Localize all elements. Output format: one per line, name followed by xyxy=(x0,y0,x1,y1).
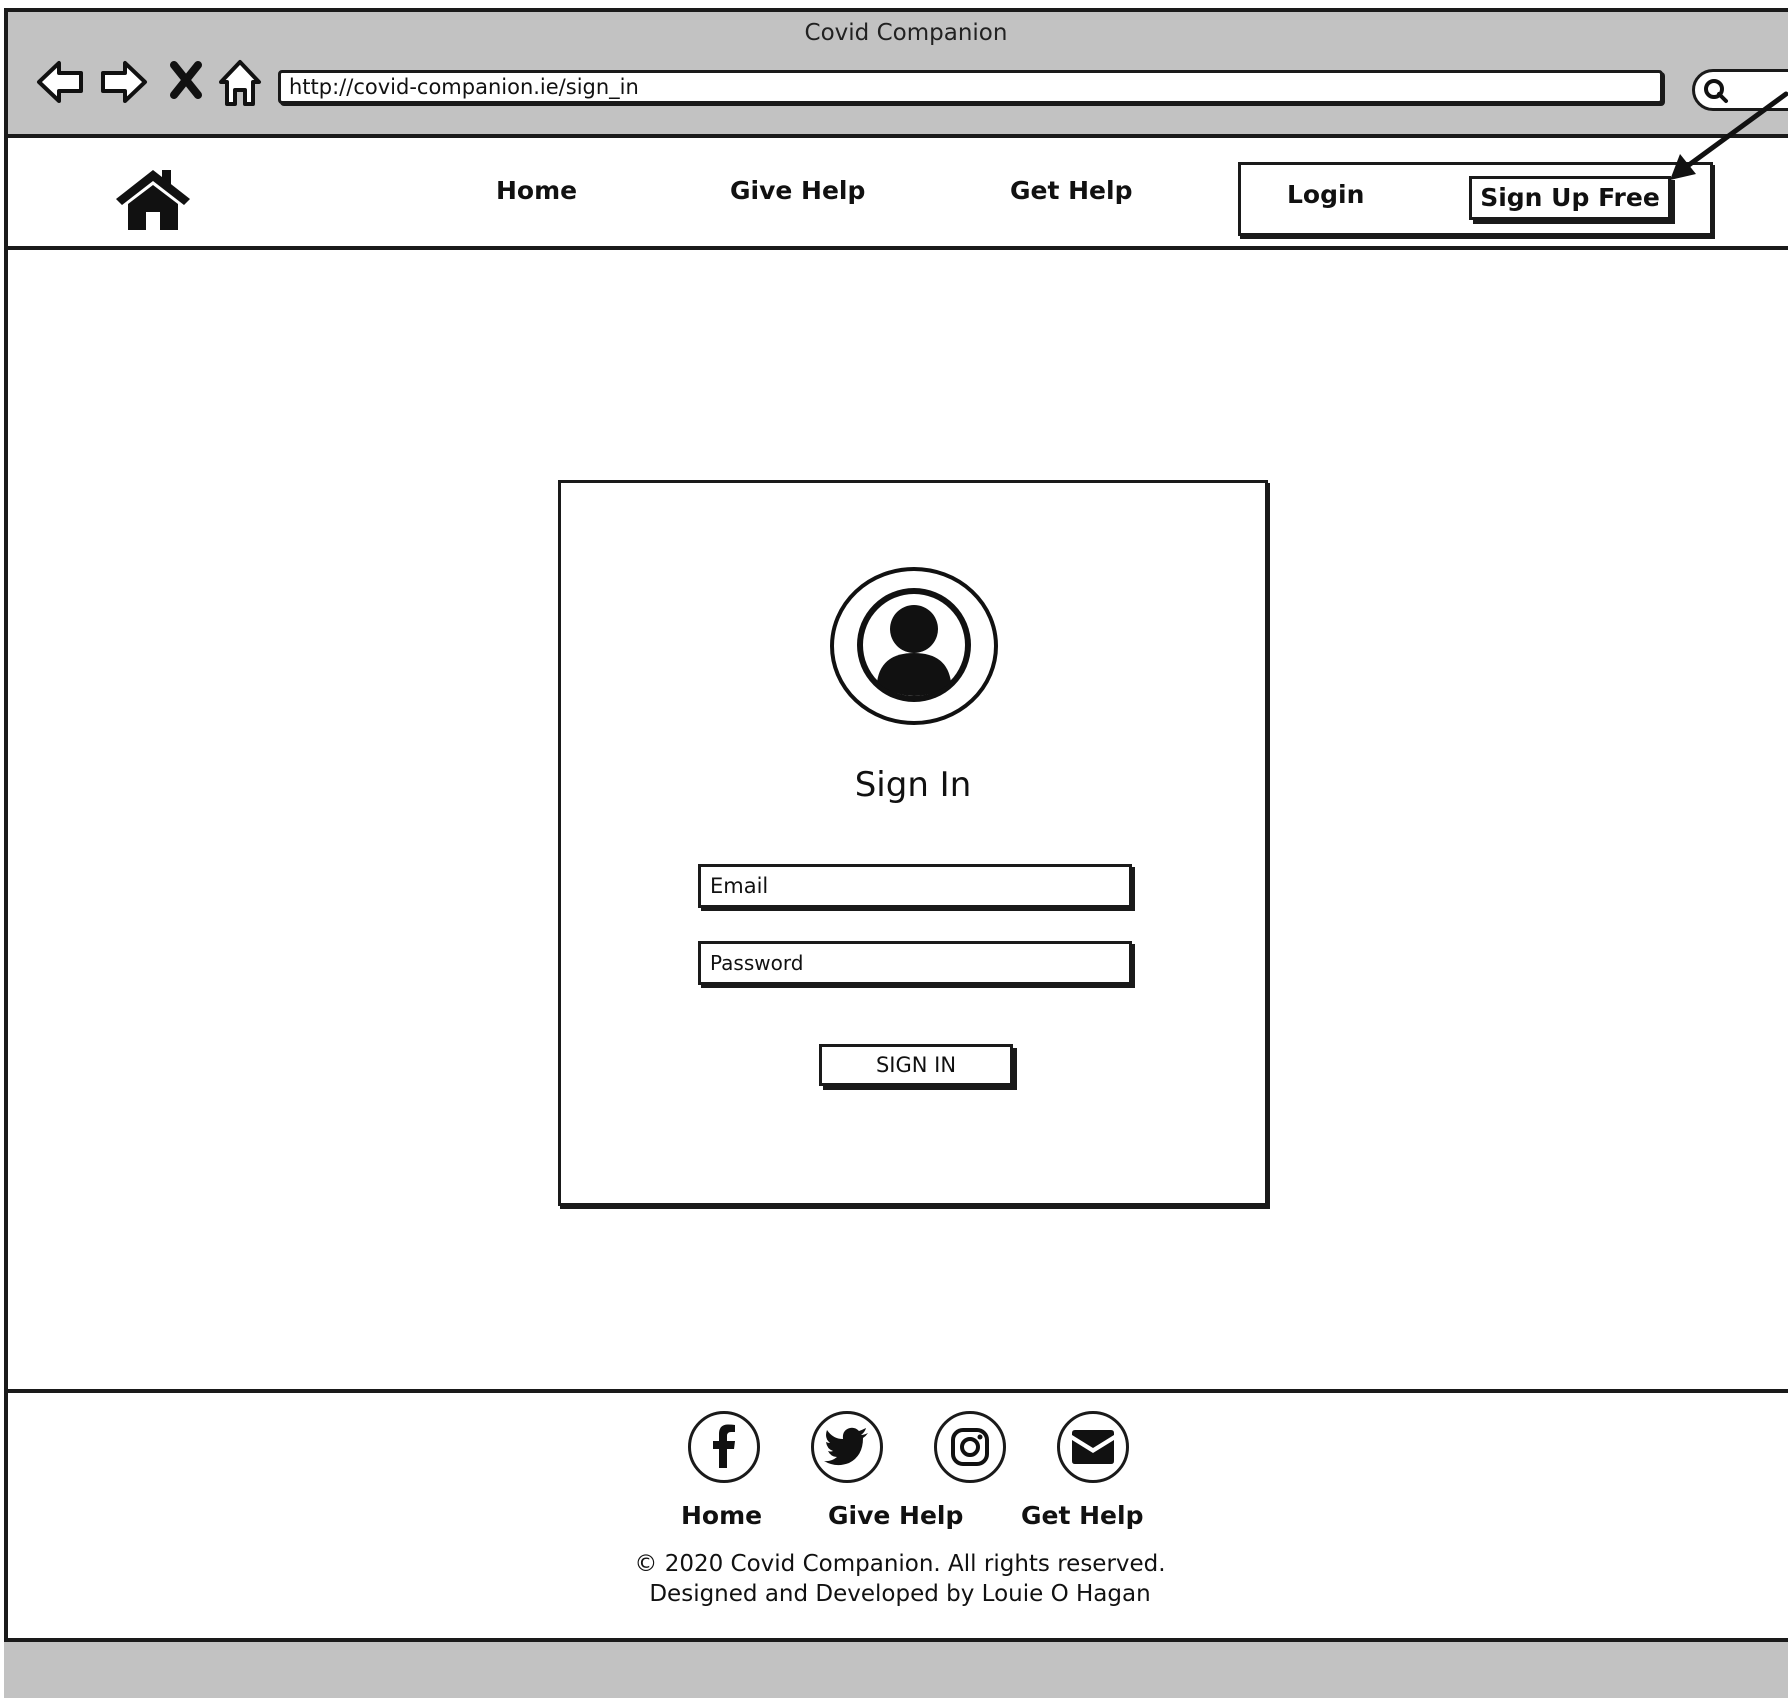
instagram-icon[interactable] xyxy=(934,1411,1006,1483)
sign-in-button[interactable]: SIGN IN xyxy=(819,1044,1013,1086)
envelope-icon[interactable] xyxy=(1057,1411,1129,1483)
browser-window: Covid Companion http://covid-companion.i… xyxy=(4,8,1788,1698)
twitter-icon[interactable] xyxy=(811,1411,883,1483)
sign-in-card: Sign In Email Password SIGN IN xyxy=(558,480,1268,1206)
browser-toolbar: Covid Companion http://covid-companion.i… xyxy=(8,12,1788,138)
close-x-icon[interactable] xyxy=(166,58,206,102)
browser-status-bar xyxy=(4,1638,1788,1698)
nav-give-help[interactable]: Give Help xyxy=(730,176,865,205)
home-outline-icon[interactable] xyxy=(216,56,264,110)
auth-box: Login Sign Up Free xyxy=(1238,162,1713,236)
login-link[interactable]: Login xyxy=(1287,180,1364,209)
nav-home[interactable]: Home xyxy=(496,176,577,205)
footer-link-home[interactable]: Home xyxy=(681,1501,762,1530)
forward-arrow-icon[interactable] xyxy=(98,56,150,108)
footer-link-give-help[interactable]: Give Help xyxy=(828,1501,963,1530)
credit-text: Designed and Developed by Louie O Hagan xyxy=(649,1581,1151,1607)
email-field[interactable]: Email xyxy=(698,864,1132,908)
window-title: Covid Companion xyxy=(804,20,1008,46)
back-arrow-icon[interactable] xyxy=(34,56,86,108)
footer-divider xyxy=(4,1389,1788,1393)
password-field[interactable]: Password xyxy=(698,941,1132,985)
sign-in-title: Sign In xyxy=(854,765,972,805)
facebook-icon[interactable] xyxy=(688,1411,760,1483)
url-bar[interactable]: http://covid-companion.ie/sign_in xyxy=(278,70,1663,104)
copyright-text: © 2020 Covid Companion. All rights reser… xyxy=(634,1551,1166,1577)
annotation-arrow xyxy=(1670,91,1788,180)
nav-get-help[interactable]: Get Help xyxy=(1010,176,1132,205)
footer-link-get-help[interactable]: Get Help xyxy=(1021,1501,1143,1530)
sign-up-button[interactable]: Sign Up Free xyxy=(1469,176,1671,220)
site-header: Home Give Help Get Help Login Sign Up Fr… xyxy=(8,138,1788,250)
house-icon[interactable] xyxy=(114,166,192,232)
user-avatar-icon xyxy=(829,565,999,727)
